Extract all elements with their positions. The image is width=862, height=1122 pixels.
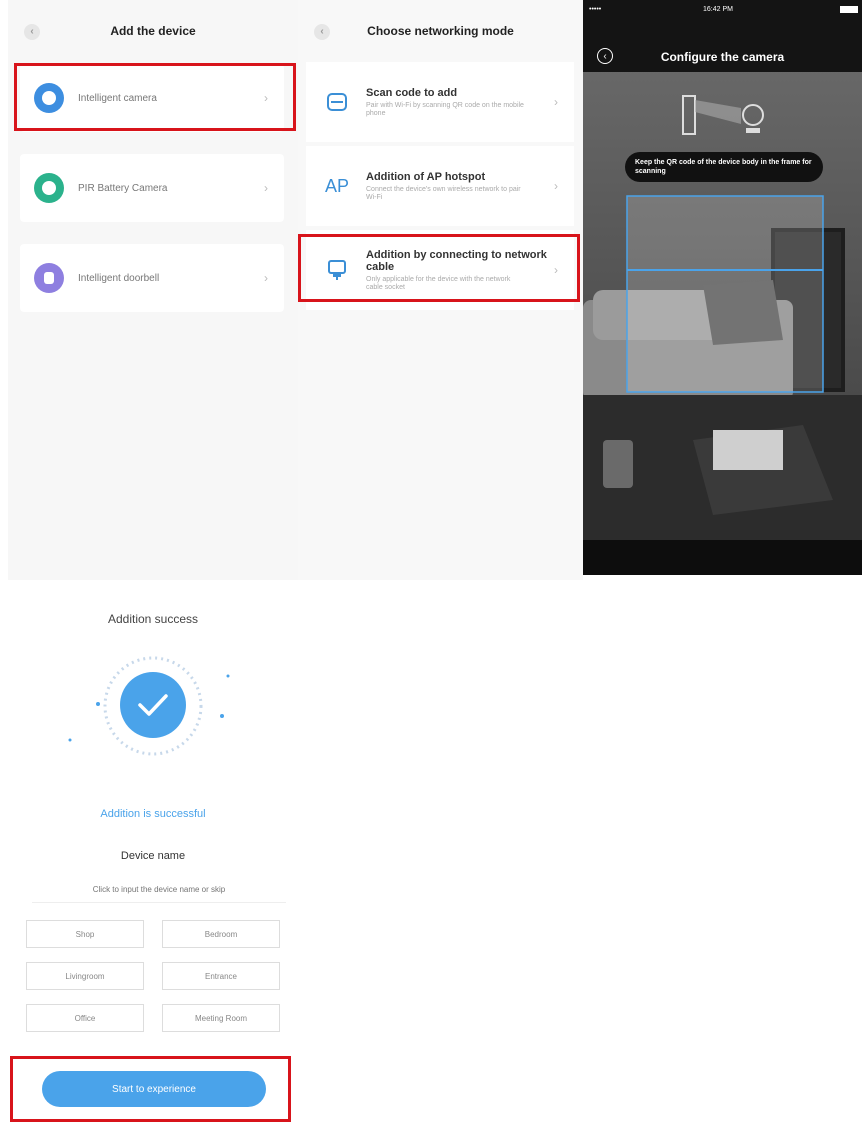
networking-mode-header: ‹ Choose networking mode bbox=[298, 0, 583, 62]
success-message: Addition is successful bbox=[100, 808, 206, 820]
room-option-office[interactable]: Office bbox=[26, 1004, 144, 1032]
mode-description: Connect the device's own wireless networ… bbox=[366, 185, 521, 201]
carrier-signal: ••••• bbox=[589, 6, 602, 13]
highlight-box bbox=[10, 1056, 291, 1122]
room-option-entrance[interactable]: Entrance bbox=[162, 962, 280, 990]
chevron-right-icon: › bbox=[264, 181, 268, 195]
back-button[interactable]: ‹ bbox=[24, 24, 40, 40]
mode-description: Pair with Wi-Fi by scanning QR code on t… bbox=[366, 101, 524, 117]
mode-title: Scan code to add bbox=[366, 86, 458, 99]
page-title: Choose networking mode bbox=[367, 24, 514, 38]
page-title: Addition success bbox=[107, 612, 199, 626]
device-option-intelligent-doorbell[interactable]: Intelligent doorbell › bbox=[20, 244, 284, 312]
battery-camera-icon bbox=[34, 173, 64, 203]
room-option-bedroom[interactable]: Bedroom bbox=[162, 920, 280, 948]
status-bar: ••••• 16:42 PM bbox=[583, 0, 862, 22]
mode-title: Addition of AP hotspot bbox=[366, 170, 486, 183]
configure-camera-screen: ••••• 16:42 PM ‹ Configure the camera Ke… bbox=[583, 0, 862, 575]
device-option-label: PIR Battery Camera bbox=[78, 182, 168, 194]
addition-success-screen: Addition success Addition is successful … bbox=[8, 600, 298, 1122]
status-time: 16:42 PM bbox=[703, 6, 733, 13]
add-device-header: ‹ Add the device bbox=[8, 0, 298, 62]
camera-viewfinder-image bbox=[583, 0, 862, 575]
highlight-box bbox=[298, 234, 580, 302]
device-name-label: Device name bbox=[120, 850, 186, 862]
room-option-livingroom[interactable]: Livingroom bbox=[26, 962, 144, 990]
mode-scan-code[interactable]: Scan code to add Pair with Wi-Fi by scan… bbox=[306, 62, 574, 142]
device-option-label: Intelligent doorbell bbox=[78, 272, 160, 284]
chevron-right-icon: › bbox=[264, 271, 268, 285]
highlight-box bbox=[14, 63, 296, 131]
checkmark-icon bbox=[120, 672, 186, 738]
chevron-right-icon: › bbox=[554, 95, 558, 109]
room-option-shop[interactable]: Shop bbox=[26, 920, 144, 948]
device-name-input[interactable] bbox=[32, 876, 286, 903]
back-button[interactable]: ‹ bbox=[314, 24, 330, 40]
battery-icon bbox=[840, 6, 858, 13]
room-option-meeting-room[interactable]: Meeting Room bbox=[162, 1004, 280, 1032]
scan-hint: Keep the QR code of the device body in t… bbox=[625, 152, 823, 182]
chevron-right-icon: › bbox=[554, 179, 558, 193]
device-option-pir-battery-camera[interactable]: PIR Battery Camera › bbox=[20, 154, 284, 222]
scan-icon bbox=[320, 92, 354, 112]
page-title: Add the device bbox=[110, 24, 196, 38]
doorbell-icon bbox=[34, 263, 64, 293]
mode-ap-hotspot[interactable]: AP Addition of AP hotspot Connect the de… bbox=[306, 146, 574, 226]
ap-hotspot-icon: AP bbox=[324, 175, 349, 196]
page-title: Configure the camera bbox=[660, 50, 785, 64]
